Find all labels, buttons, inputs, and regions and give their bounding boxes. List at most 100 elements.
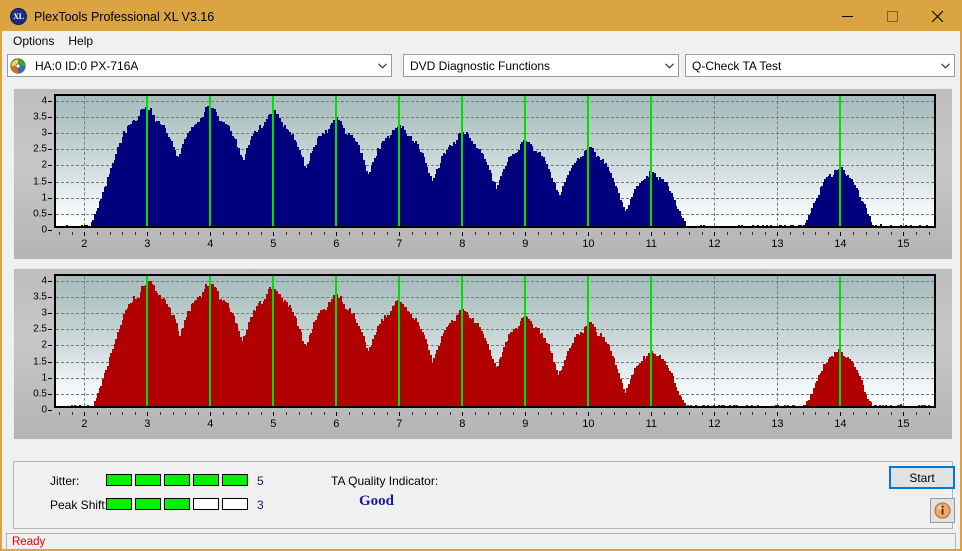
plot-area-top xyxy=(54,94,936,228)
y-axis-tick xyxy=(48,197,52,199)
chevron-down-icon[interactable] xyxy=(374,55,391,76)
x-axis-tick-label: 2 xyxy=(81,238,88,250)
y-axis-tick xyxy=(48,345,52,347)
x-axis-tick-minor xyxy=(185,232,187,235)
x-axis-tick-minor xyxy=(109,412,111,415)
x-axis-tick xyxy=(273,412,275,416)
x-axis-tick-minor xyxy=(487,232,489,235)
x-axis-tick-minor xyxy=(348,412,350,415)
disc-icon xyxy=(10,57,26,74)
y-axis-tick xyxy=(48,116,52,118)
chart-marker-line xyxy=(650,96,653,226)
x-axis-tick-minor xyxy=(789,412,791,415)
x-axis-tick-minor xyxy=(374,412,376,415)
chart-marker-line xyxy=(650,276,653,406)
chevron-down-icon[interactable] xyxy=(937,55,954,76)
x-axis-tick-minor xyxy=(537,232,539,235)
x-axis-tick xyxy=(840,412,842,416)
grid-line-vertical xyxy=(714,276,716,406)
chart-bar xyxy=(878,404,881,406)
y-axis-tick-label: 3 xyxy=(41,307,47,319)
chart-bar xyxy=(885,404,888,406)
y-axis-tick xyxy=(48,165,52,167)
drive-select[interactable]: HA:0 ID:0 PX-716A xyxy=(7,54,392,77)
x-axis-tick-minor xyxy=(222,232,224,235)
y-axis-tick xyxy=(48,393,52,395)
chevron-down-icon[interactable] xyxy=(661,55,678,76)
chart-bar xyxy=(799,224,802,226)
x-axis-tick-minor xyxy=(437,412,439,415)
x-axis-tick-minor xyxy=(235,232,237,235)
menu-item-options[interactable]: Options xyxy=(8,32,63,51)
x-axis-tick-minor xyxy=(537,412,539,415)
chart-bar xyxy=(729,404,732,406)
x-axis-tick xyxy=(336,412,338,416)
x-axis-tick-minor xyxy=(676,412,678,415)
chart-bar xyxy=(919,224,922,226)
x-axis-tick-label: 9 xyxy=(522,418,529,430)
y-axis-tick-label: 3.5 xyxy=(33,111,47,123)
chart-bar xyxy=(890,404,892,406)
close-button[interactable] xyxy=(915,2,960,31)
x-axis-tick-minor xyxy=(512,232,514,235)
menu-bar: Options Help xyxy=(2,31,960,52)
x-axis-tick-minor xyxy=(323,412,325,415)
x-axis-tick xyxy=(399,232,401,236)
chart-bar xyxy=(786,404,789,406)
x-axis-tick xyxy=(588,412,590,416)
y-axis-tick-label: 0 xyxy=(41,224,47,236)
y-axis-tick-label: 2 xyxy=(41,159,47,171)
function-select[interactable]: DVD Diagnostic Functions xyxy=(403,54,679,77)
grid-line-vertical xyxy=(777,276,779,406)
x-axis-tick-minor xyxy=(298,232,300,235)
x-axis-tick-label: 10 xyxy=(582,238,595,250)
chart-bar xyxy=(770,224,773,226)
ta-quality-value: Good xyxy=(359,493,395,509)
x-axis-tick xyxy=(462,232,464,236)
x-axis-tick-minor xyxy=(248,412,250,415)
info-button[interactable] xyxy=(930,498,955,523)
x-axis-tick xyxy=(903,232,905,236)
x-axis-tick-label: 8 xyxy=(459,238,466,250)
chart-marker-line xyxy=(524,96,527,226)
y-axis-tick xyxy=(48,313,52,315)
start-button[interactable]: Start xyxy=(889,466,955,489)
x-axis-tick-minor xyxy=(374,232,376,235)
x-axis-tick-minor xyxy=(563,412,565,415)
x-axis-tick-minor xyxy=(424,232,426,235)
x-axis-tick-minor xyxy=(260,232,262,235)
x-axis-tick-label: 6 xyxy=(333,418,340,430)
x-axis-tick-minor xyxy=(500,412,502,415)
x-axis-tick-minor xyxy=(865,412,867,415)
x-axis-tick-minor xyxy=(361,232,363,235)
x-axis-tick-label: 13 xyxy=(771,238,784,250)
x-axis-tick-minor xyxy=(613,412,615,415)
meter-segment xyxy=(222,474,248,486)
y-axis-tick-label: 2 xyxy=(41,339,47,351)
grid-line-vertical xyxy=(714,96,716,226)
x-axis-tick-label: 15 xyxy=(897,238,910,250)
chart-bar xyxy=(870,402,873,406)
y-axis-tick xyxy=(48,280,52,282)
grid-line-horizontal xyxy=(56,280,934,282)
minimize-button[interactable] xyxy=(825,2,870,31)
test-select[interactable]: Q-Check TA Test xyxy=(685,54,955,77)
x-axis-tick xyxy=(399,412,401,416)
x-axis-tick xyxy=(84,412,86,416)
x-axis-tick-minor xyxy=(197,412,199,415)
menu-item-help[interactable]: Help xyxy=(63,32,102,51)
y-axis-tick-label: 4 xyxy=(41,275,47,287)
function-select-value: DVD Diagnostic Functions xyxy=(410,58,551,73)
x-axis-tick-minor xyxy=(726,232,728,235)
maximize-button[interactable] xyxy=(870,2,915,31)
xl-app-icon: XL xyxy=(10,8,27,25)
x-axis-tick xyxy=(273,232,275,236)
chart-bar xyxy=(745,404,748,406)
grid-line-vertical xyxy=(903,276,905,406)
x-axis-tick-minor xyxy=(915,412,917,415)
chart-marker-line xyxy=(209,276,212,406)
jitter-meter xyxy=(106,474,248,486)
x-axis-tick xyxy=(147,412,149,416)
jitter-value: 5 xyxy=(257,474,264,488)
chart-bar xyxy=(80,224,83,226)
